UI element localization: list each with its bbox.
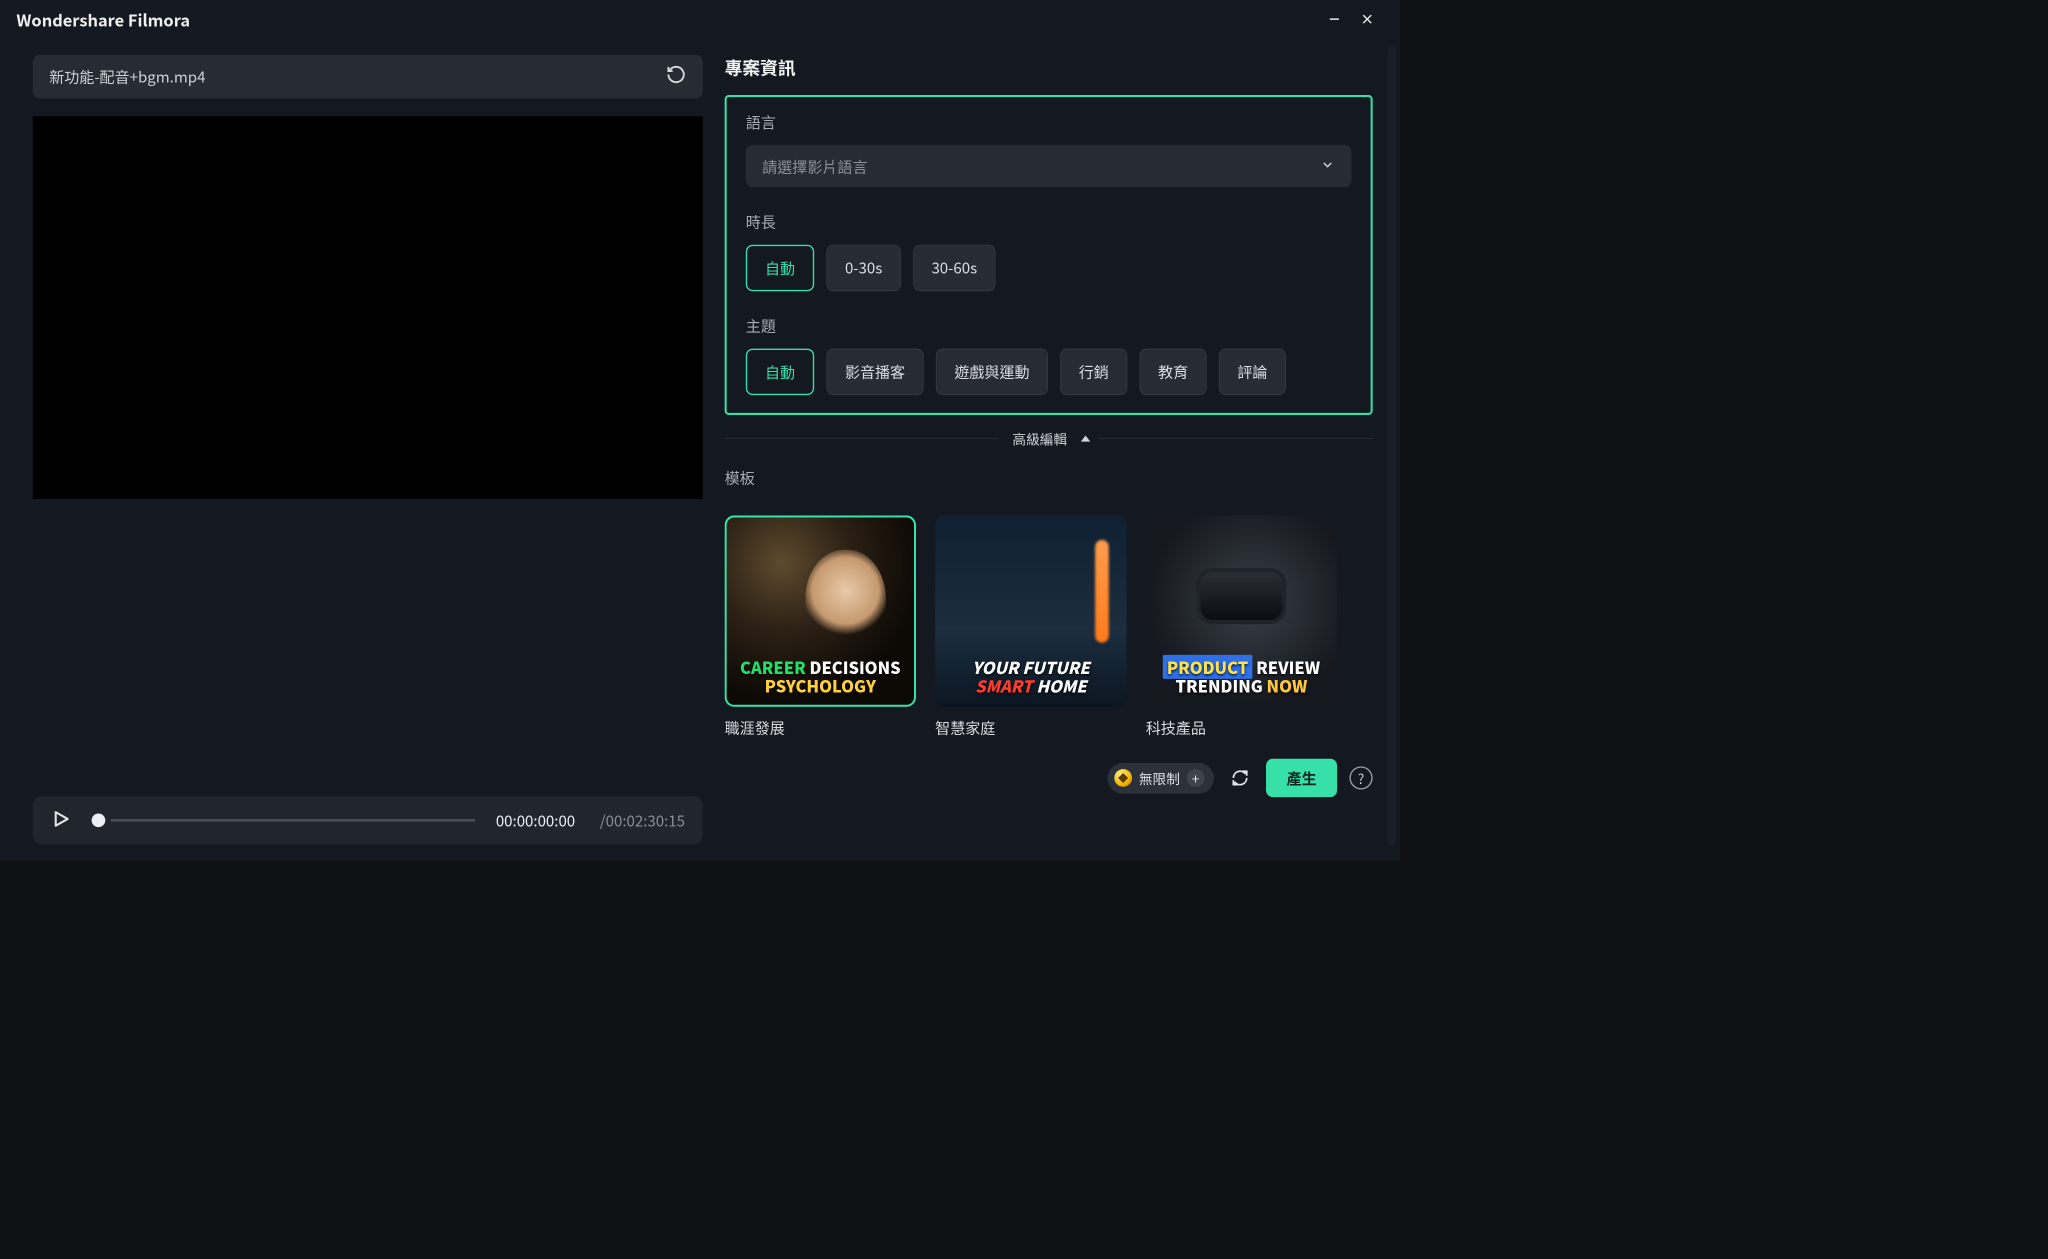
chevron-down-icon bbox=[1320, 155, 1335, 177]
template-thumb: YOUR FUTURE SMART HOME bbox=[935, 515, 1126, 706]
template-caption: 職涯發展 bbox=[725, 716, 916, 738]
panel-title: 專案資訊 bbox=[725, 55, 1373, 80]
titlebar: Wondershare Filmora bbox=[0, 0, 1400, 38]
template-row: CAREER DECISIONS PSYCHOLOGY 職涯發展 YOUR FU… bbox=[725, 515, 1373, 738]
chevron-up-icon bbox=[1081, 435, 1091, 441]
scrub-bar[interactable] bbox=[92, 813, 476, 827]
time-current: 00:00:00:00 bbox=[496, 809, 575, 831]
right-footer: ◆ 無限制 + 產生 ? bbox=[725, 752, 1373, 801]
project-settings-box: 語言 請選擇影片語言 時長 自動 0-30s 30-60s bbox=[725, 95, 1373, 415]
templates-label: 模板 bbox=[725, 466, 1373, 488]
play-button[interactable] bbox=[51, 808, 72, 832]
window-minimize-button[interactable] bbox=[1318, 5, 1351, 32]
source-file-name: 新功能-配音+bgm.mp4 bbox=[49, 66, 205, 88]
advanced-toggle[interactable]: 高級編輯 bbox=[725, 429, 1373, 449]
diamond-icon: ◆ bbox=[1114, 769, 1132, 787]
time-duration: /00:02:30:15 bbox=[600, 809, 685, 831]
topic-chip-podcast[interactable]: 影音播客 bbox=[826, 349, 923, 395]
advanced-label: 高級編輯 bbox=[1007, 429, 1073, 449]
topic-chip-education[interactable]: 教育 bbox=[1140, 349, 1207, 395]
reset-button[interactable] bbox=[666, 64, 687, 89]
duration-label: 時長 bbox=[746, 211, 1352, 233]
language-placeholder: 請選擇影片語言 bbox=[762, 155, 867, 177]
template-card-tech[interactable]: PRODUCT REVIEW TRENDING NOW 科技產品 bbox=[1146, 515, 1337, 738]
generate-button[interactable]: 產生 bbox=[1266, 759, 1337, 797]
template-caption: 智慧家庭 bbox=[935, 716, 1126, 738]
scrub-track[interactable] bbox=[111, 819, 476, 822]
duration-chip-row: 自動 0-30s 30-60s bbox=[746, 245, 1352, 291]
duration-chip-auto[interactable]: 自動 bbox=[746, 245, 814, 291]
topic-chip-row: 自動 影音播客 遊戲與運動 行銷 教育 評論 bbox=[746, 349, 1352, 395]
topic-chip-gaming[interactable]: 遊戲與運動 bbox=[936, 349, 1048, 395]
template-card-career[interactable]: CAREER DECISIONS PSYCHOLOGY 職涯發展 bbox=[725, 515, 916, 738]
scrub-handle[interactable] bbox=[92, 813, 106, 827]
duration-chip-30-60[interactable]: 30-60s bbox=[913, 245, 996, 291]
topic-chip-auto[interactable]: 自動 bbox=[746, 349, 814, 395]
topic-chip-marketing[interactable]: 行銷 bbox=[1060, 349, 1127, 395]
unlimited-label: 無限制 bbox=[1139, 768, 1180, 788]
language-select[interactable]: 請選擇影片語言 bbox=[746, 145, 1352, 187]
help-button[interactable]: ? bbox=[1349, 766, 1372, 789]
video-preview[interactable] bbox=[33, 116, 703, 499]
window-close-button[interactable] bbox=[1351, 5, 1384, 32]
playback-dock: 00:00:00:00 /00:02:30:15 bbox=[33, 796, 703, 844]
app-title: Wondershare Filmora bbox=[16, 7, 190, 31]
topic-chip-review[interactable]: 評論 bbox=[1219, 349, 1286, 395]
template-thumb: PRODUCT REVIEW TRENDING NOW bbox=[1146, 515, 1337, 706]
plus-icon: + bbox=[1187, 769, 1205, 787]
source-file-row: 新功能-配音+bgm.mp4 bbox=[33, 55, 703, 99]
language-label: 語言 bbox=[746, 111, 1352, 133]
duration-chip-0-30[interactable]: 0-30s bbox=[826, 245, 900, 291]
template-caption: 科技產品 bbox=[1146, 716, 1337, 738]
template-card-home[interactable]: YOUR FUTURE SMART HOME 智慧家庭 bbox=[935, 515, 1126, 738]
refresh-button[interactable] bbox=[1226, 764, 1253, 791]
panel-scrollbar[interactable] bbox=[1388, 46, 1396, 846]
unlimited-pill[interactable]: ◆ 無限制 + bbox=[1107, 763, 1214, 794]
template-thumb: CAREER DECISIONS PSYCHOLOGY bbox=[725, 515, 916, 706]
topic-label: 主題 bbox=[746, 314, 1352, 336]
